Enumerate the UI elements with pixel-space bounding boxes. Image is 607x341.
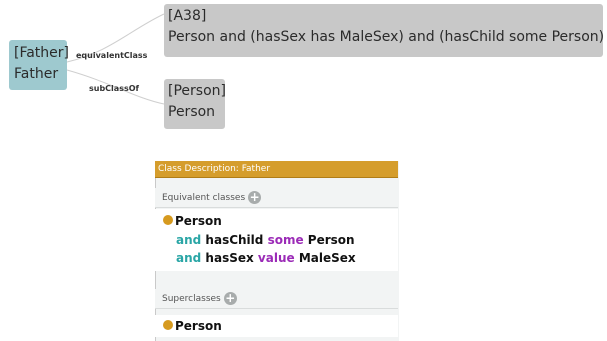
superclass-row: Person xyxy=(163,317,222,335)
quantifier-keyword: some xyxy=(267,233,304,247)
equivalent-restriction-row-2: and hasSex value MaleSex xyxy=(176,249,356,267)
equivalent-classes-label: Equivalent classes xyxy=(162,193,246,203)
and-keyword: and xyxy=(176,251,202,265)
filler-individual: MaleSex xyxy=(298,251,356,265)
person-node-bracket-label: [Person] xyxy=(168,83,226,99)
father-node-name: Father xyxy=(14,66,59,82)
edge-label-subclass-of: subClassOf xyxy=(89,84,139,93)
superclass-name: Person xyxy=(175,319,222,333)
a38-node-bracket-label: [A38] xyxy=(168,8,207,24)
equivalent-root-class: Person xyxy=(175,214,222,228)
add-superclass-button[interactable]: + xyxy=(223,292,237,305)
panel-title-bar: Class Description: Father xyxy=(155,161,398,178)
equivalent-restriction-row-1: and hasChild some Person xyxy=(176,231,355,249)
property-name: hasChild xyxy=(205,233,264,247)
a38-node[interactable]: [A38] Person and (hasSex has MaleSex) an… xyxy=(164,4,605,57)
property-name: hasSex xyxy=(205,251,254,265)
superclasses-label: Superclasses xyxy=(162,294,221,304)
edge-label-equivalent-class: equivalentClass xyxy=(76,51,148,60)
superclass-expression[interactable]: Person xyxy=(155,315,398,337)
person-node[interactable]: [Person] Person xyxy=(164,79,226,129)
equivalent-classes-header: Equivalent classes + xyxy=(155,188,398,208)
quantifier-keyword: value xyxy=(257,251,295,265)
class-bullet-icon xyxy=(163,215,173,225)
father-node-bracket-label: [Father] xyxy=(14,45,70,61)
equivalent-root-row: Person xyxy=(163,212,222,230)
person-node-name: Person xyxy=(168,104,216,120)
class-bullet-icon xyxy=(163,320,173,330)
filler-class: Person xyxy=(307,233,355,247)
equivalent-class-expression[interactable]: Person and hasChild some Person and hasS… xyxy=(155,209,398,271)
father-node[interactable]: [Father] Father xyxy=(9,40,70,90)
a38-node-expression: Person and (hasSex has MaleSex) and (has… xyxy=(168,29,605,45)
add-equivalent-class-button[interactable]: + xyxy=(248,191,262,204)
superclasses-header: Superclasses + xyxy=(155,289,398,309)
and-keyword: and xyxy=(176,233,202,247)
